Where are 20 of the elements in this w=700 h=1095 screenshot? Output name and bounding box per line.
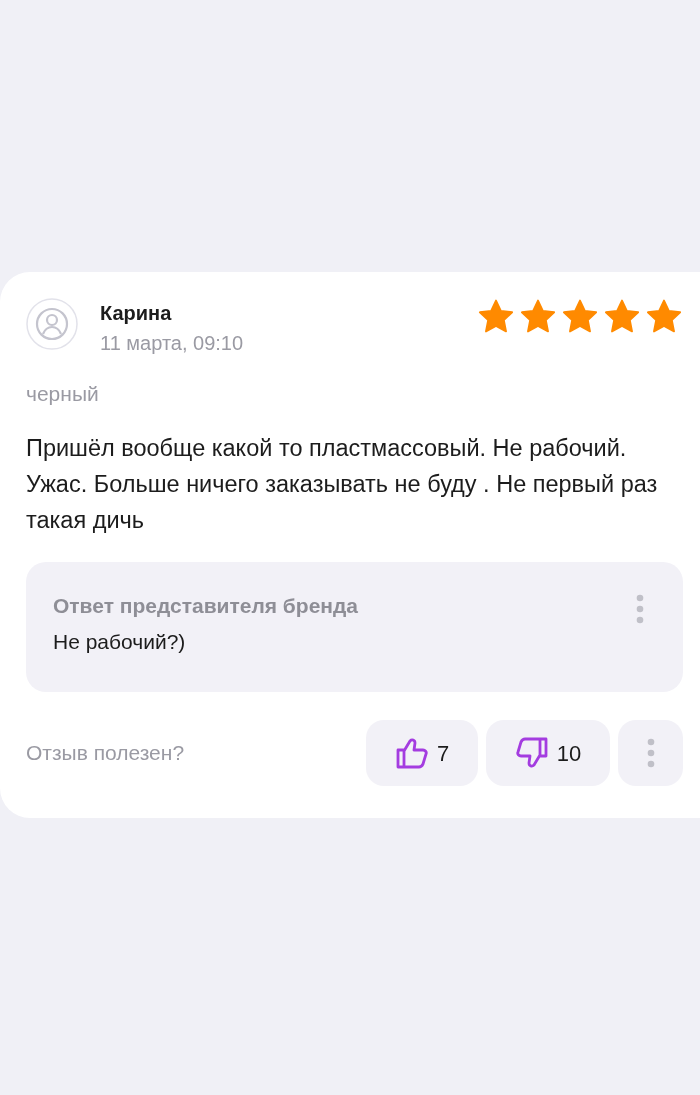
like-button[interactable]: 7 — [366, 720, 478, 786]
thumbs-down-icon — [514, 737, 549, 769]
more-icon — [636, 594, 644, 624]
avatar-icon — [26, 298, 78, 350]
star-icon — [561, 299, 599, 335]
review-text: Пришёл вообще какой то пластмассовый. Не рабочий. Ужас. Больше ничего заказывать не буду . Не первый раз такая дичь — [26, 434, 659, 535]
reply-text: Не рабочий?) — [53, 629, 187, 655]
helpful-question: Отзыв полезен? — [26, 740, 185, 767]
more-button[interactable] — [618, 720, 683, 786]
author-name: Карина — [100, 301, 173, 326]
variant-label: черный — [26, 381, 100, 407]
star-icon — [519, 299, 557, 335]
reply-title: Ответ представителя бренда — [53, 593, 359, 619]
star-icon — [603, 299, 641, 335]
star-icon — [477, 299, 515, 335]
thumbs-up-icon — [394, 737, 429, 769]
star-icon — [645, 299, 683, 335]
more-icon — [646, 738, 655, 768]
review-date: 11 марта, 09:10 — [100, 331, 244, 356]
dislike-button[interactable]: 10 — [486, 720, 610, 786]
